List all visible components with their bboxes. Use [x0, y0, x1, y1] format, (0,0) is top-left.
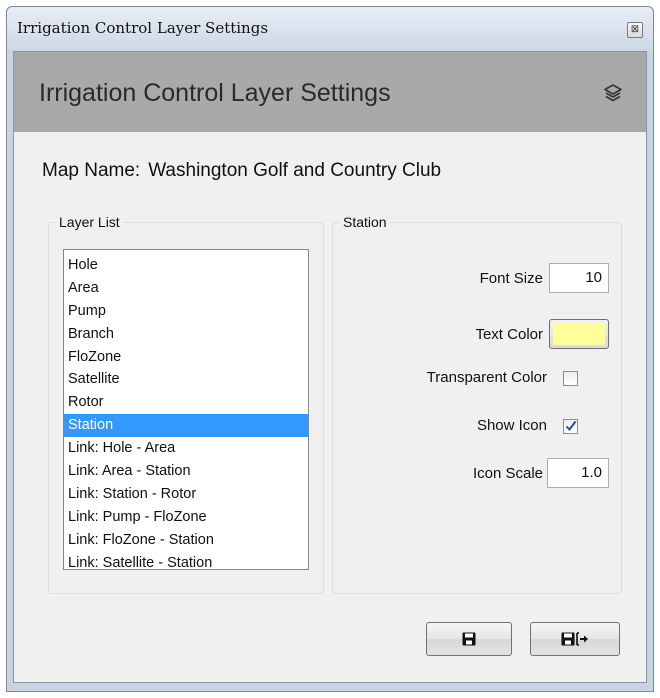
layer-list-title: Layer List	[56, 214, 123, 230]
station-group: Station Font Size 10 Text Color Transpar…	[332, 214, 622, 594]
layer-list-item[interactable]: Link: Station - Rotor	[64, 483, 308, 506]
icon-scale-label: Icon Scale	[472, 465, 543, 482]
text-color-picker[interactable]	[549, 319, 609, 349]
transparent-color-label: Transparent Color	[426, 369, 547, 386]
save-and-exit-button[interactable]	[530, 622, 620, 656]
layers-icon	[604, 84, 622, 102]
save-icon	[462, 632, 476, 646]
window-titlebar[interactable]: Irrigation Control Layer Settings ⊠	[7, 7, 653, 51]
show-icon-checkbox[interactable]	[563, 419, 578, 434]
layer-list-item[interactable]: Rotor	[64, 391, 308, 414]
map-name-row: Map Name: Washington Golf and Country Clu…	[42, 160, 441, 182]
font-size-label: Font Size	[479, 270, 543, 287]
layer-listbox[interactable]: Hole Area Pump Branch FloZone Satellite Rotor S…	[63, 249, 309, 571]
layer-list-item[interactable]: Link: Satellite - Station	[64, 552, 308, 575]
layer-list-item[interactable]: Link: FloZone - Station	[64, 529, 308, 552]
layer-list-item[interactable]: Area	[64, 277, 308, 300]
layer-list-group: Layer List Hole Area Pump Branch FloZone Sate…	[48, 214, 324, 594]
layer-list-item[interactable]: Link: Hole - Area	[64, 437, 308, 460]
text-color-swatch	[553, 323, 605, 345]
layer-list-item[interactable]: Link: Pump - FloZone	[64, 506, 308, 529]
close-icon: ⊠	[630, 24, 640, 35]
save-button[interactable]	[426, 622, 512, 656]
transparent-color-checkbox[interactable]	[563, 371, 578, 386]
map-name-label: Map Name:	[42, 160, 141, 181]
layer-list-item[interactable]: FloZone	[64, 346, 308, 369]
page-title: Irrigation Control Layer Settings	[39, 79, 391, 107]
settings-window: Irrigation Control Layer Settings ⊠ Irri…	[6, 6, 654, 692]
show-icon-label: Show Icon	[476, 417, 547, 434]
dialog-body: Irrigation Control Layer Settings Map Na…	[13, 51, 647, 683]
station-group-title: Station	[340, 214, 390, 230]
header-banner: Irrigation Control Layer Settings	[14, 52, 646, 132]
layer-list-item[interactable]: Hole	[64, 254, 308, 277]
layer-list-item[interactable]: Pump	[64, 300, 308, 323]
font-size-input[interactable]: 10	[549, 263, 609, 293]
layer-list-item[interactable]: Link: Area - Station	[64, 460, 308, 483]
text-color-label: Text Color	[475, 326, 543, 343]
icon-scale-input[interactable]: 1.0	[547, 458, 609, 488]
layer-list-item[interactable]: Station	[64, 414, 308, 438]
close-button[interactable]: ⊠	[627, 22, 643, 38]
window-title: Irrigation Control Layer Settings	[17, 19, 269, 37]
save-and-exit-icon	[561, 632, 588, 646]
layer-list-item[interactable]: Branch	[64, 323, 308, 346]
layer-list-item[interactable]: Satellite	[64, 368, 308, 391]
checkmark-icon	[565, 420, 577, 432]
map-name-value: Washington Golf and Country Club	[148, 160, 442, 181]
